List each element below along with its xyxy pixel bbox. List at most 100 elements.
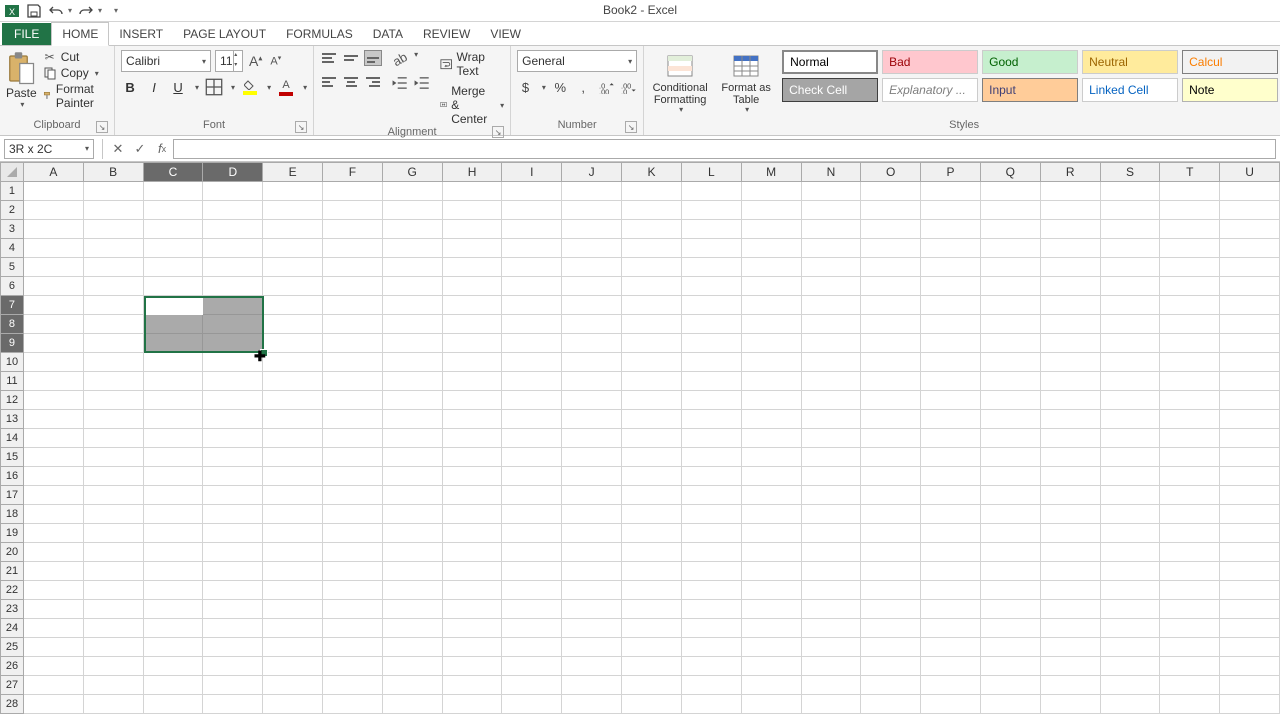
borders-dropdown-icon[interactable]: ▾ (231, 83, 235, 92)
align-center-icon[interactable] (342, 74, 360, 90)
align-bottom-icon[interactable] (364, 50, 382, 66)
cell[interactable] (502, 220, 562, 239)
cell[interactable] (1220, 277, 1280, 296)
cell[interactable] (144, 543, 204, 562)
cell[interactable] (263, 657, 323, 676)
row-header[interactable]: 7 (0, 296, 24, 315)
cell[interactable] (1041, 581, 1101, 600)
cell[interactable] (921, 562, 981, 581)
cell[interactable] (443, 562, 503, 581)
cell[interactable] (323, 600, 383, 619)
cell[interactable] (1160, 201, 1220, 220)
cell[interactable] (24, 391, 84, 410)
cell[interactable] (622, 581, 682, 600)
cell[interactable] (1220, 334, 1280, 353)
cell[interactable] (802, 524, 862, 543)
cell[interactable] (742, 486, 802, 505)
cell[interactable] (981, 201, 1041, 220)
cell[interactable] (443, 638, 503, 657)
cell[interactable] (144, 391, 204, 410)
cell[interactable] (1101, 467, 1161, 486)
cell[interactable] (682, 543, 742, 562)
cell[interactable] (981, 638, 1041, 657)
cell[interactable] (144, 239, 204, 258)
column-header[interactable]: R (1041, 162, 1101, 182)
cell[interactable] (502, 182, 562, 201)
underline-dropdown-icon[interactable]: ▾ (195, 83, 199, 92)
cell[interactable] (203, 182, 263, 201)
merge-dropdown-icon[interactable]: ▾ (500, 101, 504, 110)
cell[interactable] (981, 315, 1041, 334)
cell[interactable] (1220, 201, 1280, 220)
cell[interactable] (502, 296, 562, 315)
cell[interactable] (443, 258, 503, 277)
row-header[interactable]: 27 (0, 676, 24, 695)
copy-dropdown-icon[interactable]: ▾ (95, 69, 99, 78)
save-icon[interactable] (26, 3, 42, 19)
cell[interactable] (84, 277, 144, 296)
cell[interactable] (682, 448, 742, 467)
cell[interactable] (1041, 638, 1101, 657)
cell[interactable] (742, 524, 802, 543)
cell[interactable] (921, 201, 981, 220)
cell[interactable] (1160, 657, 1220, 676)
comma-icon[interactable]: , (575, 78, 592, 96)
cell[interactable] (1101, 410, 1161, 429)
cell[interactable] (981, 334, 1041, 353)
cell[interactable] (323, 562, 383, 581)
align-left-icon[interactable] (320, 74, 338, 90)
tab-page-layout[interactable]: PAGE LAYOUT (173, 23, 276, 45)
cell[interactable] (1220, 676, 1280, 695)
cell[interactable] (263, 562, 323, 581)
cell[interactable] (1041, 239, 1101, 258)
cell[interactable] (263, 448, 323, 467)
cell[interactable] (24, 486, 84, 505)
cell[interactable] (443, 505, 503, 524)
cell-style-bad[interactable]: Bad (882, 50, 978, 74)
cell[interactable] (562, 296, 622, 315)
cell[interactable] (1101, 676, 1161, 695)
cell[interactable] (1160, 486, 1220, 505)
cell[interactable] (921, 638, 981, 657)
cell[interactable] (443, 353, 503, 372)
row-header[interactable]: 28 (0, 695, 24, 714)
cell[interactable] (383, 486, 443, 505)
cell[interactable] (802, 638, 862, 657)
cell[interactable] (981, 239, 1041, 258)
cell[interactable] (1041, 676, 1101, 695)
cell[interactable] (861, 334, 921, 353)
cell[interactable] (981, 486, 1041, 505)
cell[interactable] (921, 220, 981, 239)
cell[interactable] (323, 334, 383, 353)
cell[interactable] (323, 524, 383, 543)
cell[interactable] (84, 448, 144, 467)
cell-style-normal[interactable]: Normal (782, 50, 878, 74)
cell[interactable] (981, 543, 1041, 562)
cell[interactable] (622, 448, 682, 467)
cell[interactable] (263, 543, 323, 562)
cell[interactable] (1041, 353, 1101, 372)
cell[interactable] (144, 410, 204, 429)
cell[interactable] (443, 600, 503, 619)
cell[interactable] (622, 315, 682, 334)
cell[interactable] (981, 258, 1041, 277)
cell[interactable] (502, 486, 562, 505)
cell[interactable] (742, 676, 802, 695)
cell[interactable] (502, 448, 562, 467)
cell[interactable] (84, 334, 144, 353)
column-header[interactable]: A (24, 162, 84, 182)
cell-style-calcul[interactable]: Calcul (1182, 50, 1278, 74)
cell[interactable] (921, 372, 981, 391)
cell[interactable] (263, 429, 323, 448)
cell[interactable] (1041, 619, 1101, 638)
cell[interactable] (562, 543, 622, 562)
cell[interactable] (1041, 467, 1101, 486)
cell[interactable] (24, 524, 84, 543)
cell[interactable] (1220, 410, 1280, 429)
cell[interactable] (562, 581, 622, 600)
cell[interactable] (443, 657, 503, 676)
cell[interactable] (682, 372, 742, 391)
cell[interactable] (323, 315, 383, 334)
fill-color-button[interactable] (241, 78, 259, 96)
cell[interactable] (1041, 505, 1101, 524)
